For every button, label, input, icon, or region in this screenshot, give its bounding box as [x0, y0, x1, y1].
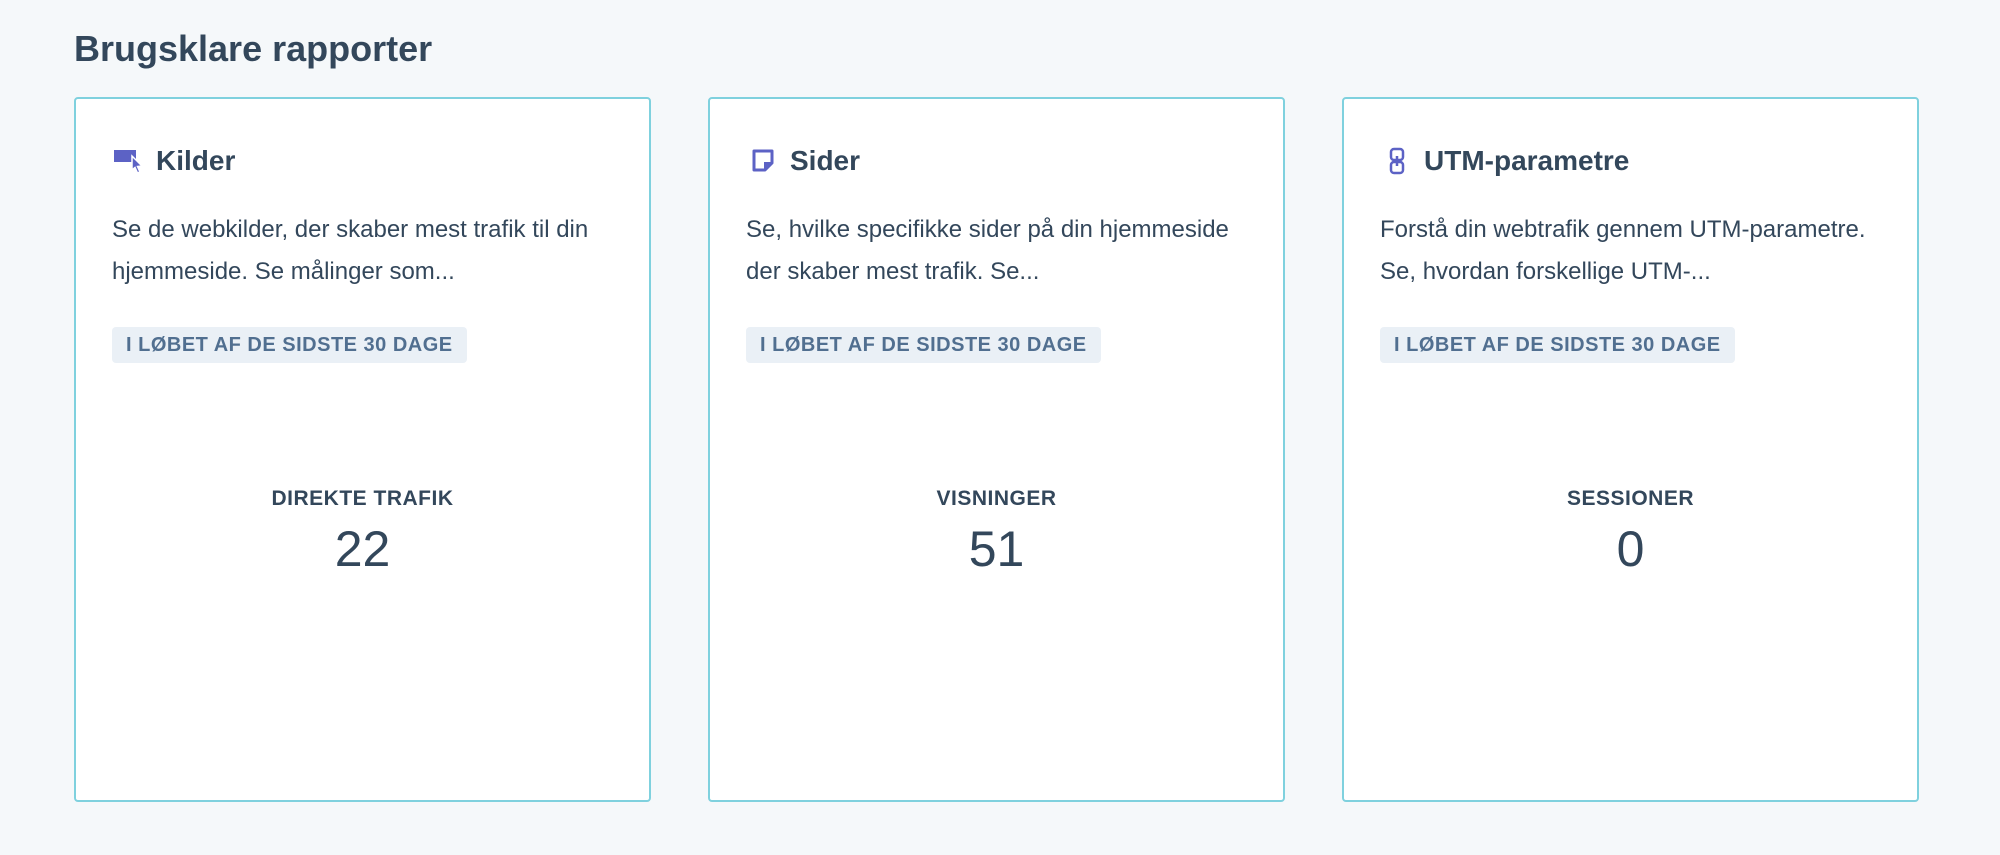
metric: DIREKTE TRAFIK 22	[76, 484, 649, 580]
metric: SESSIONER 0	[1344, 484, 1917, 580]
card-description: Se de webkilder, der skaber mest trafik …	[112, 216, 589, 285]
card-header: Sider	[746, 143, 860, 179]
date-range-badge: I LØBET AF DE SIDSTE 30 DAGE	[112, 327, 467, 363]
metric-value: 51	[968, 521, 1025, 577]
card-header: UTM-parametre	[1380, 143, 1629, 179]
report-card-utm-parametre[interactable]: UTM-parametre Forstå din webtrafik genne…	[1342, 97, 1919, 802]
metric-value: 22	[334, 521, 391, 577]
card-header: Kilder	[112, 143, 235, 179]
metric-label: SESSIONER	[1566, 487, 1695, 510]
traffic-source-icon	[112, 144, 146, 178]
report-card-sider[interactable]: Sider Se, hvilke specifikke sider på din…	[708, 97, 1285, 802]
report-cards: Kilder Se de webkilder, der skaber mest …	[74, 97, 1919, 802]
page: Brugsklare rapporter Kilder Se de webkil…	[0, 0, 2000, 855]
page-icon	[746, 144, 780, 178]
card-description: Forstå din webtrafik gennem UTM-parametr…	[1380, 216, 1866, 285]
metric: VISNINGER 51	[710, 484, 1283, 580]
card-description: Se, hvilke specifikke sider på din hjemm…	[746, 216, 1229, 285]
metric-value: 0	[1616, 521, 1645, 577]
card-title: UTM-parametre	[1424, 145, 1630, 176]
card-title: Sider	[790, 145, 861, 176]
date-range-badge: I LØBET AF DE SIDSTE 30 DAGE	[746, 327, 1101, 363]
section-title: Brugsklare rapporter	[74, 28, 433, 69]
metric-label: VISNINGER	[936, 487, 1057, 510]
metric-label: DIREKTE TRAFIK	[271, 487, 454, 510]
date-range-badge: I LØBET AF DE SIDSTE 30 DAGE	[1380, 327, 1735, 363]
report-card-kilder[interactable]: Kilder Se de webkilder, der skaber mest …	[74, 97, 651, 802]
card-title: Kilder	[156, 145, 236, 176]
link-icon	[1380, 144, 1414, 178]
